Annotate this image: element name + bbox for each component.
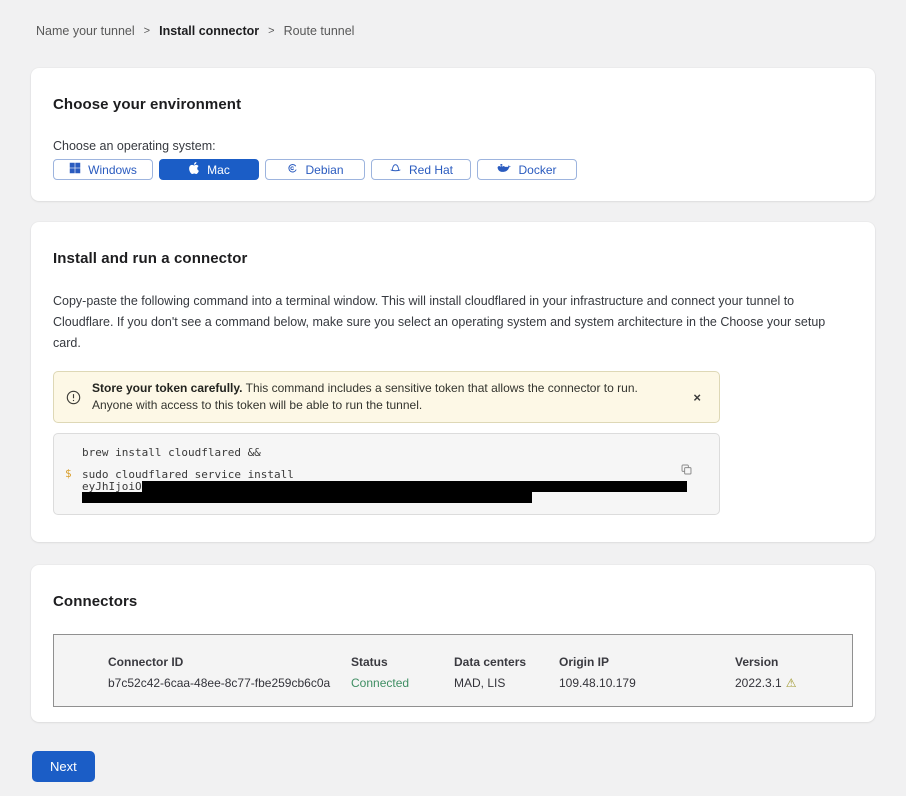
close-icon[interactable]: × [687, 391, 707, 404]
cell-connector-id: b7c52c42-6caa-48ee-8c77-fbe259cb6c0a [108, 676, 351, 690]
os-button-debian[interactable]: Debian [265, 159, 365, 180]
install-description: Copy-paste the following command into a … [53, 291, 853, 354]
card-title-connectors: Connectors [53, 593, 853, 610]
breadcrumb-install-connector[interactable]: Install connector [159, 24, 259, 38]
windows-icon [69, 162, 81, 177]
debian-icon [286, 162, 298, 177]
docker-icon [497, 162, 511, 177]
breadcrumb-route-tunnel[interactable]: Route tunnel [284, 24, 355, 38]
col-header-status: Status [351, 655, 454, 669]
token-warning-title: Store your token carefully. [92, 381, 243, 395]
next-button[interactable]: Next [32, 751, 95, 782]
os-button-label: Docker [518, 163, 556, 177]
cell-version: 2022.3.1⚠ [735, 676, 842, 690]
token-line: eyJhIjoiO [82, 481, 697, 493]
col-header-connector-id: Connector ID [108, 655, 351, 669]
table-header-row: Connector ID Status Data centers Origin … [108, 655, 842, 669]
breadcrumb: Name your tunnel > Install connector > R… [0, 0, 906, 38]
command-line-2: sudo cloudflared service install [82, 469, 697, 481]
os-button-label: Windows [88, 163, 137, 177]
os-button-windows[interactable]: Windows [53, 159, 153, 180]
breadcrumb-name-your-tunnel[interactable]: Name your tunnel [36, 24, 135, 38]
token-redaction-bar [82, 492, 532, 503]
os-button-row: Windows Mac Debian Red Hat Docker [53, 159, 853, 180]
os-button-label: Red Hat [409, 163, 453, 177]
version-warning-icon: ⚠ [786, 676, 797, 690]
card-title-install: Install and run a connector [53, 250, 853, 267]
alert-circle-icon [66, 390, 81, 405]
os-button-redhat[interactable]: Red Hat [371, 159, 471, 180]
token-warning-text: Store your token carefully. This command… [92, 380, 676, 414]
cell-data-centers: MAD, LIS [454, 676, 559, 690]
apple-icon [188, 162, 200, 177]
os-select-label: Choose an operating system: [53, 139, 853, 153]
connectors-card: Connectors Connector ID Status Data cent… [31, 565, 875, 722]
token-prefix: eyJhIjoiO [82, 480, 142, 493]
shell-prompt: $ [65, 467, 72, 480]
col-header-version: Version [735, 655, 842, 669]
os-button-mac[interactable]: Mac [159, 159, 259, 180]
token-redaction-bar [142, 481, 687, 492]
command-line-1: brew install cloudflared && [82, 446, 697, 459]
status-badge: Connected [351, 676, 454, 690]
install-connector-card: Install and run a connector Copy-paste t… [31, 222, 875, 542]
cell-origin-ip: 109.48.10.179 [559, 676, 735, 690]
breadcrumb-separator: > [268, 25, 274, 37]
os-button-docker[interactable]: Docker [477, 159, 577, 180]
breadcrumb-separator: > [144, 25, 150, 37]
col-header-data-centers: Data centers [454, 655, 559, 669]
os-button-label: Debian [305, 163, 343, 177]
token-warning-banner: Store your token carefully. This command… [53, 371, 720, 423]
card-title-environment: Choose your environment [53, 96, 853, 113]
copy-icon[interactable] [678, 461, 695, 481]
connectors-table: Connector ID Status Data centers Origin … [53, 634, 853, 707]
os-button-label: Mac [207, 163, 230, 177]
col-header-origin-ip: Origin IP [559, 655, 735, 669]
install-command-block: brew install cloudflared && $ sudo cloud… [53, 433, 720, 515]
redhat-icon [389, 162, 402, 177]
choose-environment-card: Choose your environment Choose an operat… [31, 68, 875, 201]
table-row: b7c52c42-6caa-48ee-8c77-fbe259cb6c0a Con… [108, 676, 842, 690]
